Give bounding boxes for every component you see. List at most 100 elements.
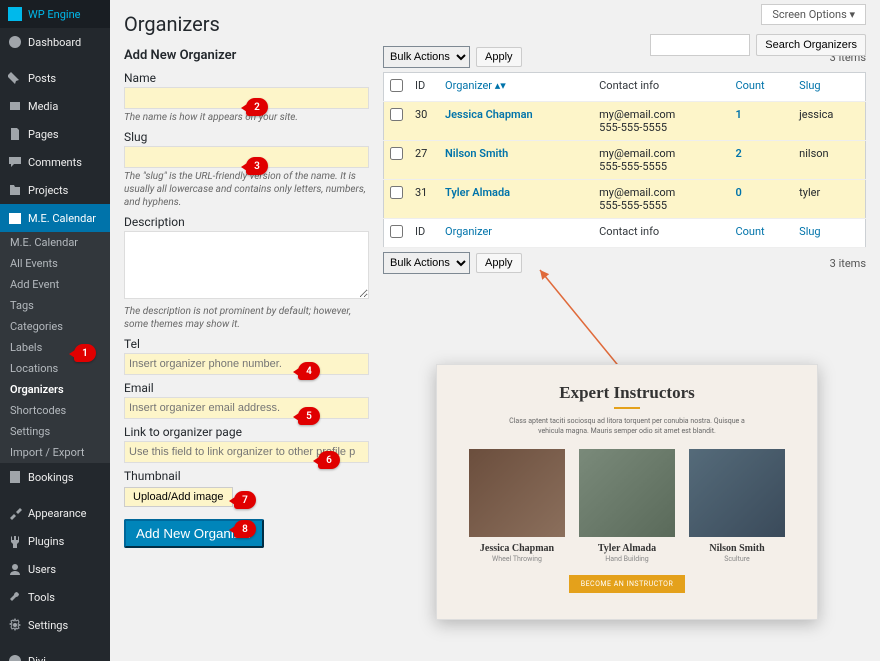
organizer-link[interactable]: Tyler Almada bbox=[445, 186, 510, 199]
email-input[interactable] bbox=[124, 397, 369, 419]
sidebar-item-projects[interactable]: Projects bbox=[0, 176, 110, 204]
instructor-name: Jessica Chapman bbox=[469, 543, 565, 554]
brush-icon bbox=[8, 506, 22, 520]
sidebar-sub-allevents[interactable]: All Events bbox=[0, 253, 110, 274]
sidebar-sub-import[interactable]: Import / Export bbox=[0, 442, 110, 463]
bookings-icon bbox=[8, 470, 22, 484]
preview-title: Expert Instructors bbox=[465, 383, 789, 403]
row-contact: my@email.com555-555-5555 bbox=[593, 180, 729, 219]
sidebar-label: Projects bbox=[28, 184, 68, 197]
search-input[interactable] bbox=[650, 34, 750, 56]
table-row: 31 Tyler Almada my@email.com555-555-5555… bbox=[384, 180, 866, 219]
row-checkbox[interactable] bbox=[390, 147, 403, 160]
sidebar-label: Divi bbox=[28, 655, 46, 661]
sidebar-label: M.E. Calendar bbox=[28, 212, 96, 225]
sidebar-item-users[interactable]: Users bbox=[0, 555, 110, 583]
tel-label: Tel bbox=[124, 337, 369, 351]
sidebar-item-wpengine[interactable]: WP Engine bbox=[0, 0, 110, 28]
row-checkbox[interactable] bbox=[390, 186, 403, 199]
select-all-top[interactable] bbox=[390, 79, 403, 92]
sidebar-item-bookings[interactable]: Bookings bbox=[0, 463, 110, 491]
sidebar-sub-addevent[interactable]: Add Event bbox=[0, 274, 110, 295]
sidebar-item-dashboard[interactable]: Dashboard bbox=[0, 28, 110, 56]
sidebar-label: Settings bbox=[28, 619, 68, 632]
row-contact: my@email.com555-555-5555 bbox=[593, 141, 729, 180]
sidebar-item-tools[interactable]: Tools bbox=[0, 583, 110, 611]
sidebar-sub-shortcodes[interactable]: Shortcodes bbox=[0, 400, 110, 421]
instructor-card: Nilson Smith Sculture bbox=[689, 449, 785, 563]
instructor-photo bbox=[579, 449, 675, 537]
row-slug: tyler bbox=[793, 180, 865, 219]
sidebar-item-plugins[interactable]: Plugins bbox=[0, 527, 110, 555]
search-button[interactable]: Search Organizers bbox=[756, 34, 866, 56]
row-checkbox[interactable] bbox=[390, 108, 403, 121]
sidebar-item-settings[interactable]: Settings bbox=[0, 611, 110, 639]
sidebar-label: Media bbox=[28, 100, 58, 113]
instructor-photo bbox=[689, 449, 785, 537]
preview-cta-button[interactable]: BECOME AN INSTRUCTOR bbox=[569, 575, 686, 593]
gear-icon bbox=[8, 618, 22, 632]
sidebar-item-comments[interactable]: Comments bbox=[0, 148, 110, 176]
sidebar-sub-tags[interactable]: Tags bbox=[0, 295, 110, 316]
count-link[interactable]: 0 bbox=[735, 186, 741, 199]
row-slug: nilson bbox=[793, 141, 865, 180]
organizer-link[interactable]: Jessica Chapman bbox=[445, 108, 533, 121]
upload-image-button[interactable]: Upload/Add image bbox=[124, 487, 233, 507]
sidebar-label: Posts bbox=[28, 72, 56, 85]
instructor-role: Sculture bbox=[689, 555, 785, 563]
sidebar-sub-calendar[interactable]: M.E. Calendar bbox=[0, 232, 110, 253]
preview-underline bbox=[614, 407, 640, 409]
sidebar-item-appearance[interactable]: Appearance bbox=[0, 499, 110, 527]
instructor-role: Hand Building bbox=[579, 555, 675, 563]
sidebar-sub-labels[interactable]: Labels bbox=[0, 337, 110, 358]
sidebar-sub-organizers[interactable]: Organizers bbox=[0, 379, 110, 400]
media-icon bbox=[8, 99, 22, 113]
screen-options-toggle[interactable]: Screen Options ▾ bbox=[761, 4, 866, 25]
slug-input[interactable] bbox=[124, 146, 369, 168]
col-contact: Contact info bbox=[593, 73, 729, 102]
sidebar-item-divi[interactable]: Divi bbox=[0, 647, 110, 661]
row-id: 31 bbox=[409, 180, 439, 219]
sidebar-sub-locations[interactable]: Locations bbox=[0, 358, 110, 379]
submit-button[interactable]: Add New Organizer bbox=[124, 519, 264, 548]
preview-blurb: Class aptent taciti sociosqu ad litora t… bbox=[497, 417, 757, 437]
bulk-actions-select-bottom[interactable]: Bulk Actions bbox=[383, 252, 470, 274]
col-id: ID bbox=[409, 219, 439, 248]
instructor-name: Nilson Smith bbox=[689, 543, 785, 554]
desc-input[interactable] bbox=[124, 231, 369, 299]
sidebar-label: Users bbox=[28, 563, 56, 576]
organizer-link[interactable]: Nilson Smith bbox=[445, 147, 508, 160]
row-contact: my@email.com555-555-5555 bbox=[593, 102, 729, 141]
col-organizer[interactable]: Organizer bbox=[439, 219, 593, 248]
tel-input[interactable] bbox=[124, 353, 369, 375]
col-slug[interactable]: Slug bbox=[793, 73, 865, 102]
pin-icon bbox=[8, 71, 22, 85]
sidebar-item-pages[interactable]: Pages bbox=[0, 120, 110, 148]
apply-button-top[interactable]: Apply bbox=[476, 47, 522, 67]
select-all-bottom[interactable] bbox=[390, 225, 403, 238]
form-heading: Add New Organizer bbox=[124, 48, 369, 63]
bulk-actions-select-top[interactable]: Bulk Actions bbox=[383, 46, 470, 68]
sidebar-sub-settings[interactable]: Settings bbox=[0, 421, 110, 442]
plugin-icon bbox=[8, 534, 22, 548]
col-count[interactable]: Count bbox=[729, 219, 793, 248]
col-count[interactable]: Count bbox=[729, 73, 793, 102]
slug-hint: The "slug" is the URL-friendly version o… bbox=[124, 170, 369, 209]
name-input[interactable] bbox=[124, 87, 369, 109]
apply-button-bottom[interactable]: Apply bbox=[476, 253, 522, 273]
col-id: ID bbox=[409, 73, 439, 102]
count-link[interactable]: 2 bbox=[735, 147, 741, 160]
col-slug[interactable]: Slug bbox=[793, 219, 865, 248]
frontend-preview: Expert Instructors Class aptent taciti s… bbox=[436, 364, 818, 620]
sidebar-item-calendar[interactable]: M.E. Calendar bbox=[0, 204, 110, 232]
name-label: Name bbox=[124, 71, 369, 85]
col-organizer[interactable]: Organizer ▴▾ bbox=[439, 73, 593, 102]
sidebar-sub-categories[interactable]: Categories bbox=[0, 316, 110, 337]
link-input[interactable] bbox=[124, 441, 369, 463]
sidebar-item-posts[interactable]: Posts bbox=[0, 64, 110, 92]
count-link[interactable]: 1 bbox=[735, 108, 741, 121]
link-label: Link to organizer page bbox=[124, 425, 369, 439]
admin-sidebar: WP Engine Dashboard Posts Media Pages Co… bbox=[0, 0, 110, 661]
sidebar-item-media[interactable]: Media bbox=[0, 92, 110, 120]
wpengine-icon bbox=[8, 7, 22, 21]
